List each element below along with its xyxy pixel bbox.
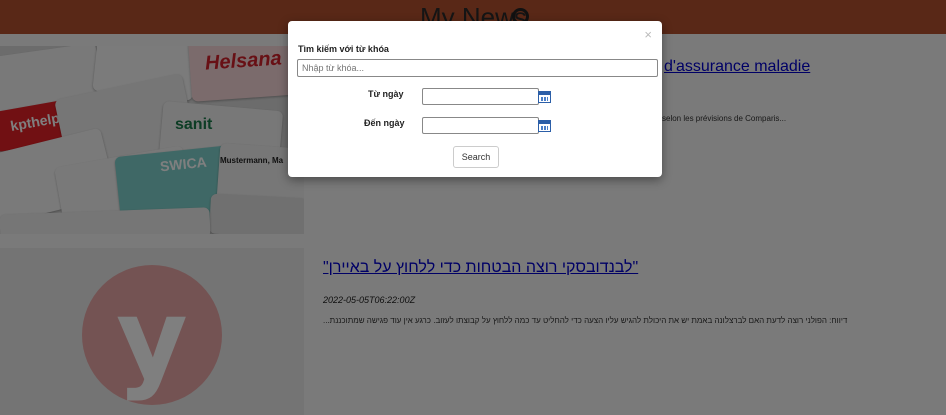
- from-date-input[interactable]: [422, 88, 539, 105]
- to-date-label: Đến ngày: [364, 118, 405, 128]
- from-date-label: Từ ngày: [368, 89, 404, 99]
- to-date-input[interactable]: [422, 117, 539, 134]
- keyword-label: Tìm kiếm với từ khóa: [298, 44, 389, 54]
- calendar-icon[interactable]: [538, 91, 551, 103]
- calendar-icon[interactable]: [538, 120, 551, 132]
- search-modal: × Tìm kiếm với từ khóa Từ ngày Đến ngày …: [288, 21, 662, 177]
- search-button[interactable]: Search: [453, 146, 499, 168]
- keyword-input[interactable]: [297, 59, 658, 77]
- close-icon[interactable]: ×: [644, 27, 652, 42]
